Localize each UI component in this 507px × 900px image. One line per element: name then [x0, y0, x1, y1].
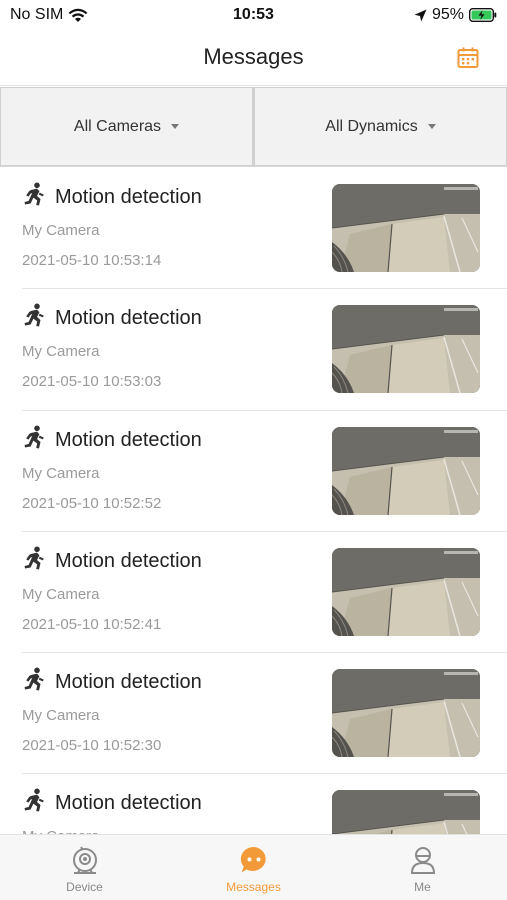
message-title: Motion detection: [55, 549, 202, 572]
camera-filter-dropdown[interactable]: All Cameras: [0, 87, 253, 166]
running-person-icon: [24, 425, 44, 449]
tab-bar: Device Messages Me: [0, 834, 507, 900]
message-title: Motion detection: [55, 428, 202, 451]
running-person-icon: [24, 182, 44, 206]
snapshot-thumbnail[interactable]: [332, 790, 480, 834]
status-right: 95%: [414, 6, 497, 24]
battery-charging-icon: [469, 8, 497, 22]
running-person-icon: [24, 546, 44, 570]
message-row[interactable]: Motion detection My Camera 2021-05-10 10…: [22, 168, 507, 290]
snapshot-thumbnail[interactable]: [332, 184, 480, 272]
message-camera-name: My Camera: [22, 464, 100, 482]
tab-device[interactable]: Device: [0, 835, 169, 900]
status-bar: No SIM 10:53 95%: [0, 0, 507, 30]
person-icon: [410, 847, 435, 874]
message-camera-name: My Camera: [22, 707, 100, 725]
message-camera-name: My Camera: [22, 585, 100, 603]
snapshot-image: [332, 669, 480, 758]
snapshot-image: [332, 790, 480, 834]
tab-messages-label: Messages: [226, 880, 281, 894]
message-timestamp: 2021-05-10 10:53:14: [22, 252, 162, 269]
battery-percent: 95%: [431, 6, 464, 23]
message-row[interactable]: Motion detection My Camera 2021-05-10 10…: [22, 532, 507, 654]
message-row[interactable]: Motion detection My Camera: [22, 774, 507, 834]
nav-bar: Messages: [0, 30, 507, 86]
caret-down-icon: [427, 124, 436, 129]
message-title: Motion detection: [55, 186, 202, 208]
message-title: Motion detection: [55, 671, 202, 694]
message-list[interactable]: Motion detection My Camera 2021-05-10 10…: [0, 168, 507, 834]
message-timestamp: 2021-05-10 10:52:30: [22, 737, 162, 755]
filter-bar: All Cameras All Dynamics: [0, 87, 507, 167]
running-person-icon: [24, 788, 44, 812]
tab-messages[interactable]: Messages: [169, 835, 338, 900]
tab-device-label: Device: [66, 880, 103, 894]
message-row[interactable]: Motion detection My Camera 2021-05-10 10…: [22, 411, 507, 532]
tab-me[interactable]: Me: [338, 835, 507, 900]
message-timestamp: 2021-05-10 10:52:41: [22, 615, 162, 633]
dynamics-filter-dropdown[interactable]: All Dynamics: [253, 87, 507, 166]
message-camera-name: My Camera: [22, 222, 100, 239]
page-title: Messages: [203, 44, 304, 69]
snapshot-image: [332, 426, 480, 515]
snapshot-image: [332, 547, 480, 636]
snapshot-image: [332, 184, 480, 272]
message-title: Motion detection: [55, 792, 202, 815]
snapshot-thumbnail[interactable]: [332, 305, 480, 394]
dynamics-filter-label: All Dynamics: [325, 117, 418, 135]
snapshot-thumbnail[interactable]: [332, 426, 480, 515]
location-arrow-icon: [414, 9, 427, 21]
caret-down-icon: [171, 124, 180, 129]
running-person-icon: [24, 667, 44, 691]
camera-filter-label: All Cameras: [73, 117, 162, 135]
message-timestamp: 2021-05-10 10:53:03: [22, 373, 162, 391]
message-row[interactable]: Motion detection My Camera 2021-05-10 10…: [22, 289, 507, 411]
snapshot-thumbnail[interactable]: [332, 669, 480, 758]
running-person-icon: [24, 303, 44, 327]
tab-me-label: Me: [414, 880, 431, 894]
message-camera-name: My Camera: [22, 343, 100, 361]
snapshot-thumbnail[interactable]: [332, 547, 480, 636]
message-title: Motion detection: [55, 307, 202, 330]
message-row[interactable]: Motion detection My Camera 2021-05-10 10…: [22, 653, 507, 775]
message-timestamp: 2021-05-10 10:52:52: [22, 494, 162, 512]
snapshot-image: [332, 305, 480, 394]
chat-bubble-icon: [240, 846, 266, 873]
camera-icon: [72, 846, 97, 874]
calendar-icon[interactable]: [456, 46, 480, 70]
